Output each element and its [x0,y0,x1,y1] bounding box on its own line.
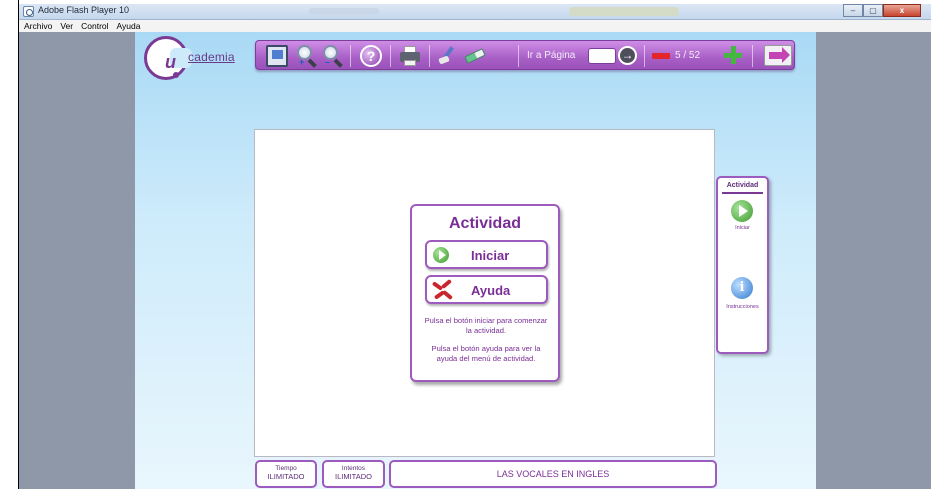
blurred-area [309,8,379,15]
activity-sidepanel: Actividad Iniciar i Instrucciones [716,176,769,354]
play-icon [433,247,449,263]
eraser-block [464,48,486,64]
monitor-icon[interactable] [266,45,288,67]
previous-page-button[interactable] [652,53,670,59]
goto-page-label: Ir a Página [527,50,576,61]
sidepanel-start-label: Iniciar [735,225,750,231]
exit-icon[interactable] [764,45,792,66]
eraser-icon[interactable] [460,41,489,70]
minimize-button[interactable]: – [843,4,863,17]
zoom-handle [307,58,317,68]
next-page-button[interactable] [724,46,742,64]
toolbar-separator [390,45,391,67]
toolbar: + – ? Ir a Página → 5 / 52 [255,40,795,70]
page-counter: 5 / 52 [675,50,701,61]
start-instructions: Pulsa el botón iniciar para comenzar la … [424,316,548,335]
start-button-label: Iniciar [471,248,510,263]
toolbar-separator [518,45,519,67]
printer-output [404,60,416,66]
goto-page-input[interactable] [588,48,616,64]
go-arrow-icon[interactable]: → [618,46,637,65]
help-icon[interactable]: ? [360,45,382,67]
brush-tip [438,55,450,65]
zoom-in-icon[interactable]: + [296,45,318,68]
blurred-area [569,7,679,16]
flash-stage: u cademia + – ? Ir a Página → 5 / 52 Act… [19,32,931,489]
exit-arrow [769,47,790,63]
close-button[interactable]: x [883,4,921,17]
time-box: Tiempo ILIMITADO [255,460,317,488]
activity-heading: Actividad [448,215,521,232]
attempts-label: Intentos [341,465,366,472]
menu-ver[interactable]: Ver [60,20,73,32]
activity-title: LAS VOCALES EN INGLES [496,469,610,479]
time-value: ILIMITADO [267,472,305,481]
info-icon[interactable]: i [731,277,753,299]
attempts-value: ILIMITADO [335,472,372,481]
printer-icon[interactable] [399,45,421,67]
logo-wordmark: cademia [188,50,235,64]
help-button-label: Ayuda [471,283,511,298]
logo-dot [173,72,179,78]
sidepanel-divider [722,192,763,194]
academia-logo: u cademia [144,36,235,80]
activity-title-box: LAS VOCALES EN INGLES [389,460,717,488]
sidepanel-title: Actividad [726,182,759,189]
logo-letter: u [165,52,176,72]
zoom-out-icon[interactable]: – [322,45,344,68]
toolbar-separator [350,45,351,67]
plus-glyph: + [299,57,305,67]
maximize-button[interactable]: ▢ [863,4,883,17]
menu-archivo[interactable]: Archivo [24,20,52,32]
minus-glyph: – [325,57,331,67]
help-button[interactable]: Ayuda [425,275,548,304]
screen: Adobe Flash Player 10 – ▢ x Archivo Ver … [0,0,931,489]
help-instructions: Pulsa el botón ayuda para ver la ayuda d… [431,344,541,363]
activity-dialog: Actividad Iniciar Ayuda Pulsa el botón i… [410,204,560,382]
toolbar-separator [752,45,753,67]
flash-player-icon [23,6,34,17]
window-title: Adobe Flash Player 10 [38,5,130,15]
menu-ayuda[interactable]: Ayuda [117,20,141,32]
brush-icon[interactable] [437,45,459,67]
zoom-handle [333,58,343,68]
start-button[interactable]: Iniciar [425,240,548,269]
menu-control[interactable]: Control [81,20,108,32]
toolbar-separator [429,45,430,67]
toolbar-separator [644,45,645,67]
tools-icon [431,278,453,301]
sidepanel-instructions-label: Instrucciones [726,304,759,310]
menu-bar: Archivo Ver Control Ayuda [19,20,931,32]
window-titlebar[interactable]: Adobe Flash Player 10 – ▢ x [19,4,931,20]
window-controls: – ▢ x [843,4,921,17]
play-icon[interactable] [731,200,753,222]
attempts-box: Intentos ILIMITADO [322,460,385,488]
time-label: Tiempo [275,465,297,472]
